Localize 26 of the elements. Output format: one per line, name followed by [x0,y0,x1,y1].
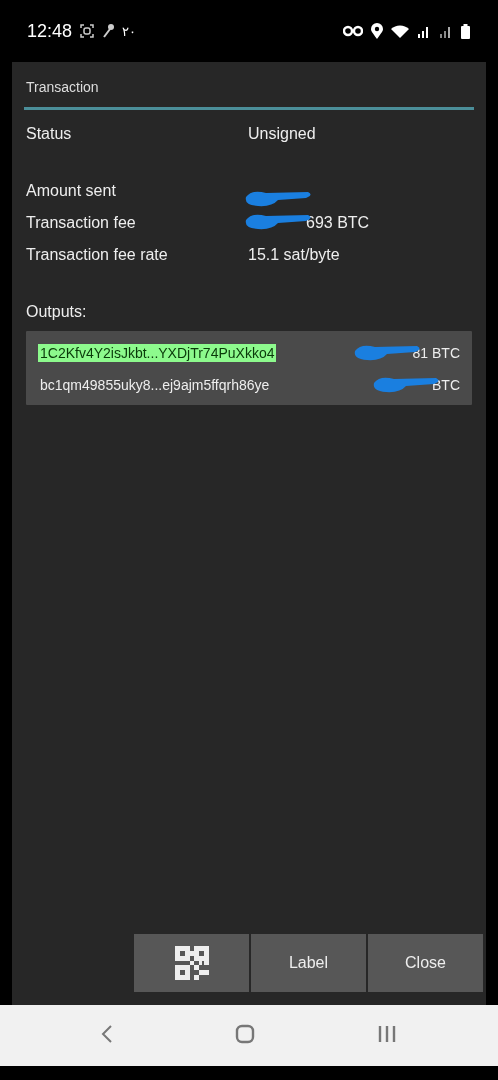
field-label: Transaction fee rate [26,246,169,264]
field-label: Amount sent [26,182,117,200]
recent-apps-icon [377,1025,397,1043]
field-value: 693 BTC [306,214,370,231]
field-label: Transaction fee [26,214,137,232]
qr-code-icon [174,946,209,980]
field-value: Unsigned [248,125,316,142]
back-icon [101,1024,113,1044]
face-scan-icon [80,24,95,38]
dialog-button[interactable]: Close [368,934,483,992]
indicator-text: ٢٠ [122,23,137,39]
location-icon [371,23,383,39]
outputs-label: Outputs: [26,303,88,322]
dialog-button[interactable]: Label [251,934,366,992]
output-address[interactable]: 1C2Kfv4Y2isJkbt...YXDjTr74PuXkko4 [38,344,277,362]
qr-code-button[interactable] [134,934,249,992]
signal-icon [439,24,453,38]
clock: 12:48 [27,20,73,42]
wifi-icon [391,24,409,38]
signal-icon [417,24,431,38]
battery-icon [461,23,470,39]
field-value: 15.1 sat/byte [248,246,340,263]
dialog-title: Transaction [26,78,100,92]
output-address[interactable]: bc1qm49855uky8...ej9ajm5ffqrh86ye [38,376,272,394]
field-label: Status [26,125,73,143]
home-icon [235,1024,255,1044]
